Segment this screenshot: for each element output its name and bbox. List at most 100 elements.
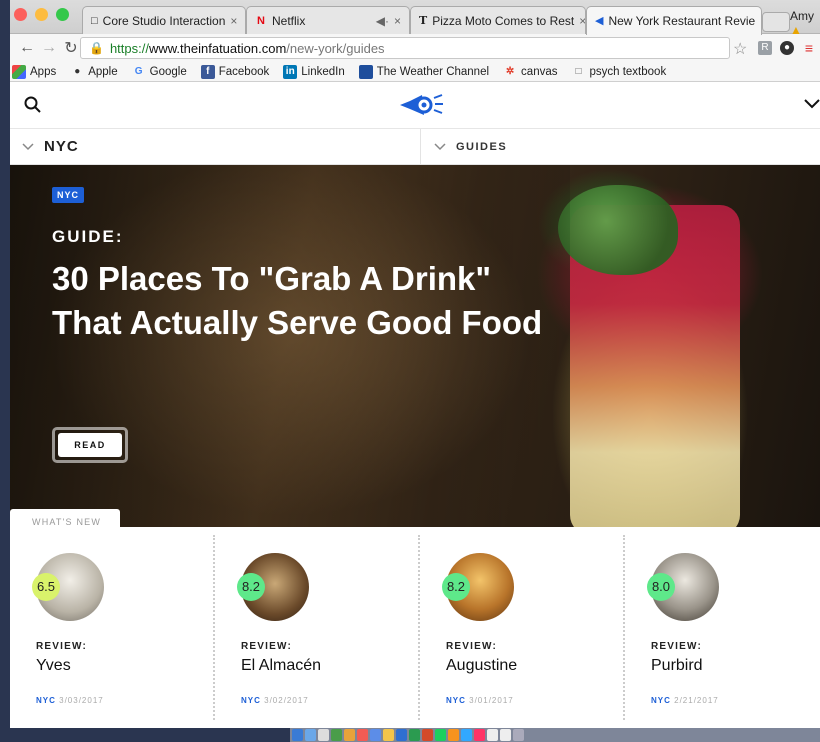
lock-icon: 🔒 (89, 41, 104, 55)
weather-channel-icon (358, 64, 373, 79)
review-city[interactable]: NYC (36, 696, 56, 705)
close-window-button[interactable] (14, 8, 27, 21)
bookmark-star-icon[interactable]: ☆ (733, 39, 747, 59)
safari-icon[interactable] (318, 729, 329, 741)
review-city[interactable]: NYC (241, 696, 261, 705)
address-bar[interactable]: 🔒 https://www.theinfatuation.com/new-yor… (80, 37, 730, 59)
powerpoint-icon[interactable] (422, 729, 433, 741)
review-card[interactable]: 8.0 REVIEW: Purbird NYC 2/21/2017 (625, 527, 820, 727)
city-selector[interactable]: NYC (22, 138, 79, 155)
notes-icon[interactable] (344, 729, 355, 741)
tab-netflix[interactable]: N Netflix ◀· × (246, 6, 410, 34)
bookmark-canvas[interactable]: ✲ canvas (503, 65, 558, 79)
tab-title: Pizza Moto Comes to Rest (432, 13, 575, 28)
bookmark-google[interactable]: G Google (132, 65, 187, 79)
review-city[interactable]: NYC (446, 696, 466, 705)
zoom-window-button[interactable] (56, 8, 69, 21)
rating-badge: 8.2 (442, 573, 470, 601)
review-meta: NYC 3/02/2017 (241, 696, 309, 705)
bookmark-label: Google (149, 65, 187, 78)
city-badge[interactable]: NYC (52, 187, 85, 203)
search-icon[interactable] (24, 96, 42, 114)
apps-grid-icon (12, 64, 26, 79)
bookmark-apps[interactable]: Apps (12, 64, 57, 79)
read-button[interactable]: READ (52, 427, 128, 463)
forward-arrow-icon[interactable]: → (38, 39, 60, 57)
calendar-icon[interactable] (357, 729, 368, 741)
hero-headline[interactable]: 30 Places To "Grab A Drink" That Actuall… (52, 257, 552, 345)
infatuation-icon: ◀ (595, 15, 604, 27)
word-icon[interactable] (396, 729, 407, 741)
section-selector[interactable]: GUIDES (434, 141, 507, 153)
photoshop-icon[interactable] (461, 729, 472, 741)
review-type: REVIEW: (36, 641, 87, 652)
tab-core-studio[interactable]: □ Core Studio Interaction × (82, 6, 246, 34)
bookmark-weather[interactable]: The Weather Channel (358, 64, 490, 79)
bookmark-label: The Weather Channel (376, 65, 490, 78)
app-store-icon[interactable] (370, 729, 381, 741)
review-card[interactable]: 8.2 REVIEW: El Almacén NYC 3/02/2017 (215, 527, 420, 727)
new-tab-button[interactable] (762, 12, 790, 32)
profile-button[interactable]: Amy ▲ (790, 9, 820, 37)
menu-icon[interactable]: ≡ (802, 41, 816, 55)
browser-window: □ Core Studio Interaction × N Netflix ◀·… (10, 0, 820, 728)
bookmark-apple[interactable]: ● Apple (70, 65, 117, 79)
indesign-icon[interactable] (474, 729, 485, 741)
nyt-icon: T (419, 13, 428, 27)
review-date: 3/02/2017 (264, 696, 309, 705)
review-card[interactable]: 8.2 REVIEW: Augustine NYC 3/01/2017 (420, 527, 625, 727)
review-city[interactable]: NYC (651, 696, 671, 705)
bookmark-linkedin[interactable]: in LinkedIn (283, 64, 345, 79)
spotify-icon[interactable] (435, 729, 446, 741)
excel-icon[interactable] (409, 729, 420, 741)
finder-icon[interactable] (292, 729, 303, 741)
close-tab-icon[interactable]: × (230, 14, 237, 28)
bookmark-label: Facebook (218, 65, 270, 78)
reload-icon[interactable]: ↻ (60, 38, 82, 58)
illustrator-icon[interactable] (448, 729, 459, 741)
tab-pizza-moto[interactable]: T Pizza Moto Comes to Rest × (410, 6, 586, 34)
document-icon[interactable] (487, 729, 498, 741)
minimize-window-button[interactable] (35, 8, 48, 21)
canvas-icon: ✲ (505, 65, 515, 77)
close-tab-icon[interactable]: × (760, 14, 761, 28)
hero-banner[interactable]: NYC GUIDE: 30 Places To "Grab A Drink" T… (10, 165, 820, 527)
bookmark-label: Apple (88, 65, 118, 78)
review-name[interactable]: El Almacén (241, 657, 321, 675)
tab-title: Netflix (272, 13, 306, 28)
chevron-down-icon[interactable] (804, 99, 820, 109)
document-icon[interactable] (500, 729, 511, 741)
review-name[interactable]: Purbird (651, 657, 703, 675)
drop-extension-icon[interactable]: ● (780, 41, 794, 55)
messages-icon[interactable] (331, 729, 342, 741)
chrome-icon[interactable] (383, 729, 394, 741)
review-meta: NYC 3/01/2017 (446, 696, 514, 705)
back-arrow-icon[interactable]: ← (16, 39, 38, 57)
rating-badge: 8.2 (237, 573, 265, 601)
section-selector-label: GUIDES (456, 141, 508, 153)
review-name[interactable]: Yves (36, 657, 71, 675)
url-scheme: https:// (109, 40, 149, 56)
tab-infatuation[interactable]: ◀ New York Restaurant Revie × (586, 6, 762, 35)
review-type: REVIEW: (446, 641, 497, 652)
document-icon: □ (575, 65, 582, 77)
review-name[interactable]: Augustine (446, 657, 517, 675)
launchpad-icon[interactable] (305, 729, 316, 741)
extension-icon[interactable]: R (758, 41, 772, 55)
bookmark-facebook[interactable]: f Facebook (200, 64, 270, 79)
hero-overlay (10, 165, 570, 527)
hero-image-mint (558, 185, 678, 275)
bookmark-label: Apps (30, 65, 57, 78)
bookmark-label: LinkedIn (301, 65, 345, 78)
close-tab-icon[interactable]: × (579, 14, 585, 28)
bookmark-psych[interactable]: □ psych textbook (571, 65, 666, 79)
close-tab-icon[interactable]: × (394, 14, 401, 28)
review-card[interactable]: 6.5 REVIEW: Yves NYC 3/03/2017 (10, 527, 215, 727)
review-meta: NYC 3/03/2017 (36, 696, 104, 705)
browser-toolbar: ← → ↻ 🔒 https://www.theinfatuation.com/n… (10, 34, 820, 62)
hero-label: GUIDE: (52, 227, 124, 246)
speaker-icon[interactable]: ◀· (376, 14, 389, 28)
bookmark-label: canvas (521, 65, 558, 78)
infatuation-logo-icon[interactable] (398, 93, 444, 119)
trash-icon[interactable] (513, 729, 524, 741)
